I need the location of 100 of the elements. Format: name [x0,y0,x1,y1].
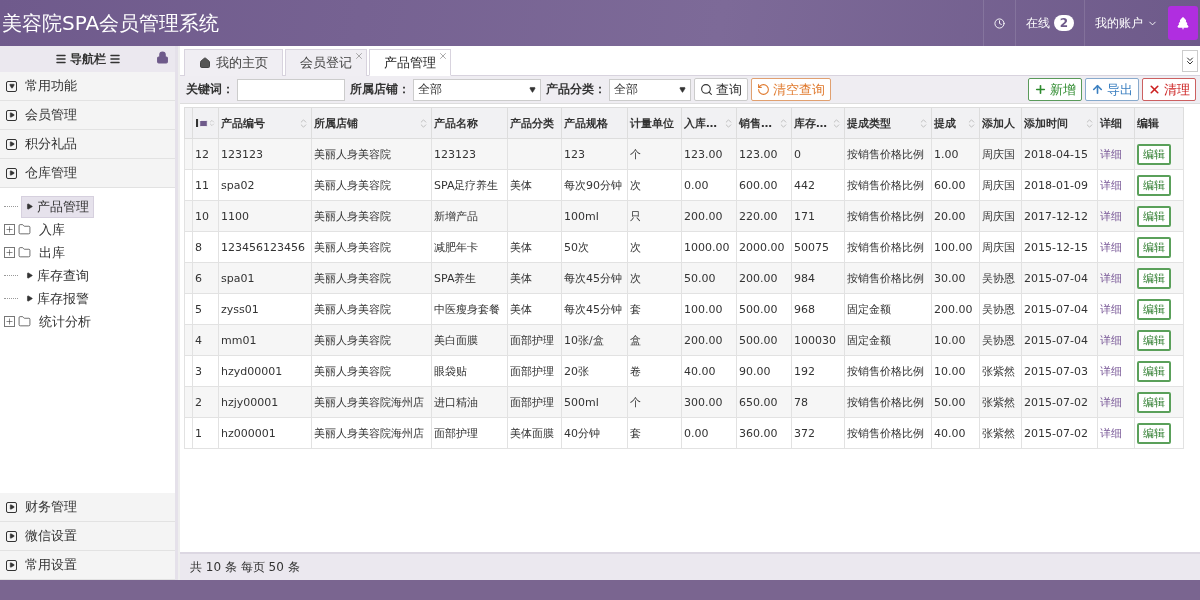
collapse-button[interactable] [1182,50,1198,72]
table-cell: 372 [791,417,845,449]
table-cell: 每次90分钟 [561,169,628,201]
nav-section[interactable]: 常用功能 [0,72,175,101]
expand-icon[interactable] [4,247,15,258]
tree-item[interactable]: 统计分析 [34,310,96,333]
edit-button[interactable]: 编辑 [1137,174,1171,196]
table-cell: 美丽人身美容院 [311,324,432,356]
column-header[interactable]: 添加时间 [1021,107,1098,139]
edit-button[interactable]: 编辑 [1137,422,1171,444]
column-header[interactable]: 提成 [931,107,980,139]
table-cell: 200.00 [931,293,980,325]
table-cell: 300.00 [681,386,737,418]
sort-icon[interactable] [208,119,216,127]
tree-item[interactable]: 出库 [34,241,70,264]
table-cell: 984 [791,262,845,294]
table-cell: 按销售价格比例 [844,138,932,170]
edit-button[interactable]: 编辑 [1137,360,1171,382]
sort-icon[interactable] [298,117,309,129]
table-cell: 50.00 [931,386,980,418]
table-cell: 1000.00 [681,231,737,263]
sort-icon[interactable] [1084,117,1095,129]
edit-button[interactable]: 编辑 [1137,267,1171,289]
clear-button[interactable]: 清理 [1142,78,1196,101]
table-cell: 123.00 [681,138,737,170]
table-cell: 面部护理 [507,355,562,387]
close-icon[interactable] [354,51,364,61]
nav-section[interactable]: 常用设置 [0,551,175,580]
table-cell: 968 [791,293,845,325]
home-icon [199,57,211,69]
sort-icon[interactable] [418,117,429,129]
column-header[interactable]: 销售… [736,107,792,139]
table-cell: 美丽人身美容院海州店 [311,417,432,449]
table-cell: 按销售价格比例 [844,355,932,387]
column-header[interactable]: I [192,107,219,139]
tree-item[interactable]: 入库 [34,218,70,241]
tab[interactable]: 产品管理 [369,49,451,76]
table-cell: 2015-07-04 [1021,324,1098,356]
table-cell: 40分钟 [561,417,628,449]
column-header[interactable]: 提成类型 [844,107,932,139]
table-cell: 1100 [218,200,312,232]
column-header: 计量单位 [627,107,682,139]
table-cell: 100.00 [681,293,737,325]
edit-button[interactable]: 编辑 [1137,236,1171,258]
sort-icon[interactable] [966,117,977,129]
edit-button[interactable]: 编辑 [1137,205,1171,227]
close-icon[interactable] [438,51,448,61]
nav-section[interactable]: 会员管理 [0,101,175,130]
expand-icon[interactable] [4,316,15,327]
sort-icon[interactable] [831,117,842,129]
nav-section[interactable]: 积分礼品 [0,130,175,159]
tab[interactable]: 会员登记 [285,49,367,76]
search-icon [700,83,713,96]
table-cell: 按销售价格比例 [844,169,932,201]
edit-button[interactable]: 编辑 [1137,329,1171,351]
table-cell: 20.00 [931,200,980,232]
table-cell: 面部护理 [431,417,508,449]
user-button[interactable] [1168,6,1198,40]
table-cell: 123123 [431,138,508,170]
table-cell: 次 [627,169,682,201]
table-cell: 每次45分钟 [561,262,628,294]
table-cell: 650.00 [736,386,792,418]
nav-section[interactable]: 仓库管理 [0,159,175,188]
table-cell: 40.00 [681,355,737,387]
select-field[interactable]: 全部 [413,78,541,101]
table-cell: 10.00 [931,355,980,387]
export-button[interactable]: 导出 [1085,78,1139,101]
column-header[interactable]: 所属店铺 [311,107,432,139]
table-cell: 100.00 [931,231,980,263]
column-header[interactable]: 入库… [681,107,737,139]
expand-icon[interactable] [4,224,15,235]
up-arrow-icon [1091,83,1104,96]
table-cell: 60.00 [931,169,980,201]
nav-section[interactable]: 微信设置 [0,522,175,551]
account-menu[interactable]: 我的账户 [1095,14,1143,32]
nav-section[interactable]: 财务管理 [0,493,175,522]
table-cell: 200.00 [681,200,737,232]
tree-item[interactable]: 库存查询 [21,264,94,287]
sort-icon[interactable] [918,117,929,129]
lock-icon[interactable] [156,51,169,64]
folder-icon [18,246,31,259]
search-button[interactable]: 查询 [694,78,748,101]
tree-item[interactable]: 库存报警 [21,287,94,310]
add-button[interactable]: 新增 [1028,78,1082,101]
edit-button[interactable]: 编辑 [1137,298,1171,320]
select-field[interactable]: 全部 [609,78,691,101]
keyword-field[interactable] [237,78,345,101]
tree-item[interactable]: 产品管理 [21,195,94,218]
table-cell: 50075 [791,231,845,263]
edit-button[interactable]: 编辑 [1137,391,1171,413]
clock-icon[interactable] [993,17,1005,29]
table-cell: 美体面膜 [507,417,562,449]
column-header[interactable]: 库存… [791,107,845,139]
tab[interactable]: 我的主页 [184,49,283,76]
sort-icon[interactable] [723,117,734,129]
table-cell: 减肥年卡 [431,231,508,263]
sort-icon[interactable] [778,117,789,129]
edit-button[interactable]: 编辑 [1137,143,1171,165]
column-header[interactable]: 产品编号 [218,107,312,139]
menu-icon [108,53,121,65]
